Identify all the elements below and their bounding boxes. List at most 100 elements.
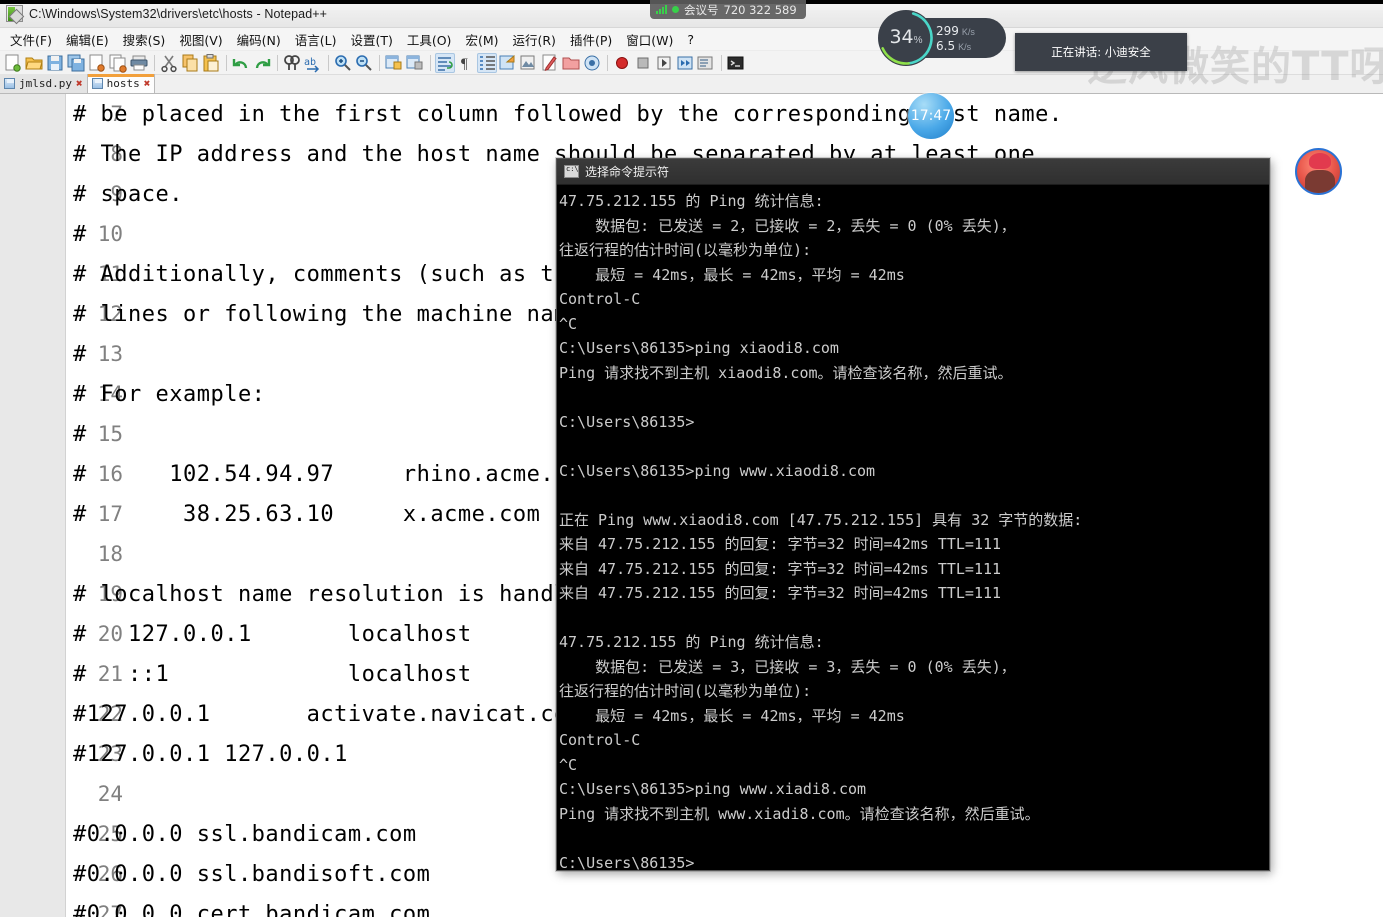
line-text: # 127.0.0.1 localhost: [73, 621, 472, 647]
menu-settings[interactable]: 设置(T): [343, 28, 399, 51]
menu-plugins[interactable]: 插件(P): [563, 28, 619, 51]
avatar-hair: [1309, 153, 1331, 169]
window-title: C:\Windows\System32\drivers\etc\hosts - …: [29, 6, 328, 21]
meeting-avatar-time[interactable]: 17:47: [908, 93, 954, 139]
line-text: #127.0.0.1 activate.navicat.com: [73, 701, 582, 727]
sync-vertical-icon[interactable]: [384, 53, 404, 73]
download-speed-unit: K/s: [958, 41, 972, 52]
tab-hosts[interactable]: hosts ✖: [87, 74, 156, 93]
console-line: 往返行程的估计时间(以毫秒为单位):: [559, 682, 812, 700]
console-line: 正在 Ping www.xiaodi8.com [47.75.212.155] …: [559, 510, 1083, 529]
line-text: #: [73, 421, 87, 447]
meeting-number-badge[interactable]: 会议号 720 322 589: [650, 0, 806, 19]
menu-run[interactable]: 运行(R): [505, 28, 562, 51]
copy-icon[interactable]: [180, 53, 200, 73]
toolbar-separator: [379, 54, 380, 71]
screen-root: C:\Windows\System32\drivers\etc\hosts - …: [0, 0, 1383, 917]
close-icon[interactable]: ✖: [76, 78, 83, 89]
redo-icon[interactable]: [252, 53, 272, 73]
upload-speed-unit: K/s: [961, 26, 975, 37]
zoom-out-icon[interactable]: [354, 53, 374, 73]
show-whitespace-icon[interactable]: [519, 53, 539, 73]
tab-label: jmlsd.py: [19, 77, 72, 90]
console-line: C:\Users\86135>ping www.xiadi8.com: [559, 780, 867, 798]
console-line: 来自 47.75.212.155 的回复: 字节=32 时间=42ms TTL=…: [559, 535, 1002, 553]
word-wrap-icon[interactable]: [435, 52, 455, 73]
save-all-icon[interactable]: [66, 53, 86, 73]
toolbar-separator: [154, 54, 155, 71]
close-file-icon[interactable]: [87, 53, 107, 73]
menu-view[interactable]: 视图(V): [172, 28, 229, 51]
run-console-icon[interactable]: [726, 53, 746, 73]
close-icon[interactable]: ✖: [144, 78, 151, 89]
menu-search[interactable]: 搜索(S): [116, 28, 173, 51]
folder-as-workspace-icon[interactable]: [561, 53, 581, 73]
line-text: #127.0.0.1 127.0.0.1: [73, 741, 348, 767]
cut-icon[interactable]: [159, 53, 179, 73]
console-line: Control-C: [559, 731, 641, 749]
console-line: 47.75.212.155 的 Ping 统计信息:: [559, 633, 824, 651]
menu-language[interactable]: 语言(L): [288, 28, 344, 51]
menu-macro[interactable]: 宏(M): [458, 28, 505, 51]
line-text: #: [73, 341, 87, 367]
menu-window[interactable]: 窗口(W): [619, 28, 680, 51]
console-line: 来自 47.75.212.155 的回复: 字节=32 时间=42ms TTL=…: [559, 584, 1002, 602]
console-line: 最短 = 42ms，最长 = 42ms，平均 = 42ms: [559, 265, 905, 284]
fast-play-macro-icon[interactable]: [675, 53, 695, 73]
status-dot-icon: [672, 6, 679, 13]
find-icon[interactable]: [282, 53, 302, 73]
user-language-icon[interactable]: [540, 53, 560, 73]
cmd-window-title: 选择命令提示符: [585, 165, 670, 179]
menu-tools[interactable]: 工具(O): [400, 28, 459, 51]
open-file-icon[interactable]: [24, 53, 44, 73]
cmd-titlebar[interactable]: 选择命令提示符: [557, 159, 1269, 185]
meeting-number: 720 322 589: [723, 2, 797, 17]
console-line: 最短 = 42ms，最长 = 42ms，平均 = 42ms: [559, 706, 905, 725]
document-map-icon[interactable]: [582, 53, 602, 73]
play-macro-icon[interactable]: [654, 53, 674, 73]
console-line: C:\Users\86135>ping www.xiaodi8.com: [559, 461, 876, 480]
ui-style-icon[interactable]: [498, 53, 518, 73]
console-line: 来自 47.75.212.155 的回复: 字节=32 时间=42ms TTL=…: [559, 559, 1002, 578]
toolbar-separator: [226, 54, 227, 71]
indent-guide-icon[interactable]: [477, 52, 497, 73]
undo-icon[interactable]: [231, 53, 251, 73]
show-all-chars-icon[interactable]: ¶: [456, 53, 476, 73]
console-line: 数据包: 已发送 = 3，已接收 = 3，丢失 = 0 (0% 丢失)，: [559, 657, 1016, 676]
console-output[interactable]: 47.75.212.155 的 Ping 统计信息: 数据包: 已发送 = 2，…: [557, 185, 1269, 870]
line-text: # ::1 localhost: [73, 661, 472, 687]
user-avatar[interactable]: [1295, 148, 1342, 195]
upload-speed-value: 299: [936, 23, 959, 38]
close-all-icon[interactable]: [108, 53, 128, 73]
menu-file[interactable]: 文件(F): [3, 28, 59, 51]
paste-icon[interactable]: [201, 53, 221, 73]
console-line: 数据包: 已发送 = 2，已接收 = 2，丢失 = 0 (0% 丢失)，: [559, 216, 1016, 235]
console-line: Control-C: [559, 290, 641, 308]
sync-horizontal-icon[interactable]: [405, 53, 425, 73]
console-icon: [564, 165, 579, 178]
save-icon[interactable]: [45, 53, 65, 73]
command-prompt-window[interactable]: 选择命令提示符 47.75.212.155 的 Ping 统计信息: 数据包: …: [556, 158, 1270, 871]
menu-encoding[interactable]: 编码(N): [230, 28, 288, 51]
code-line: 27 #0.0.0.0 cert.bandicam.com: [67, 894, 1383, 917]
line-text: #0.0.0.0 cert.bandicam.com: [73, 901, 431, 917]
console-line: ^C: [559, 314, 578, 333]
stop-macro-icon[interactable]: [633, 53, 653, 73]
toolbar-separator: [328, 54, 329, 71]
record-macro-icon[interactable]: [612, 53, 632, 73]
menu-help[interactable]: ?: [680, 30, 701, 49]
menu-edit[interactable]: 编辑(E): [59, 28, 116, 51]
console-line: ^C: [559, 755, 578, 774]
zoom-in-icon[interactable]: [333, 53, 353, 73]
avatar-body: [1305, 170, 1335, 193]
print-icon[interactable]: [129, 53, 149, 73]
new-file-icon[interactable]: [3, 53, 23, 73]
save-macro-icon[interactable]: [696, 53, 716, 73]
console-line: 往返行程的估计时间(以毫秒为单位):: [559, 241, 812, 259]
tab-jmlsd-py[interactable]: jmlsd.py ✖: [0, 74, 88, 93]
line-number-gutter: [0, 94, 66, 917]
replace-icon[interactable]: ab: [303, 53, 323, 73]
